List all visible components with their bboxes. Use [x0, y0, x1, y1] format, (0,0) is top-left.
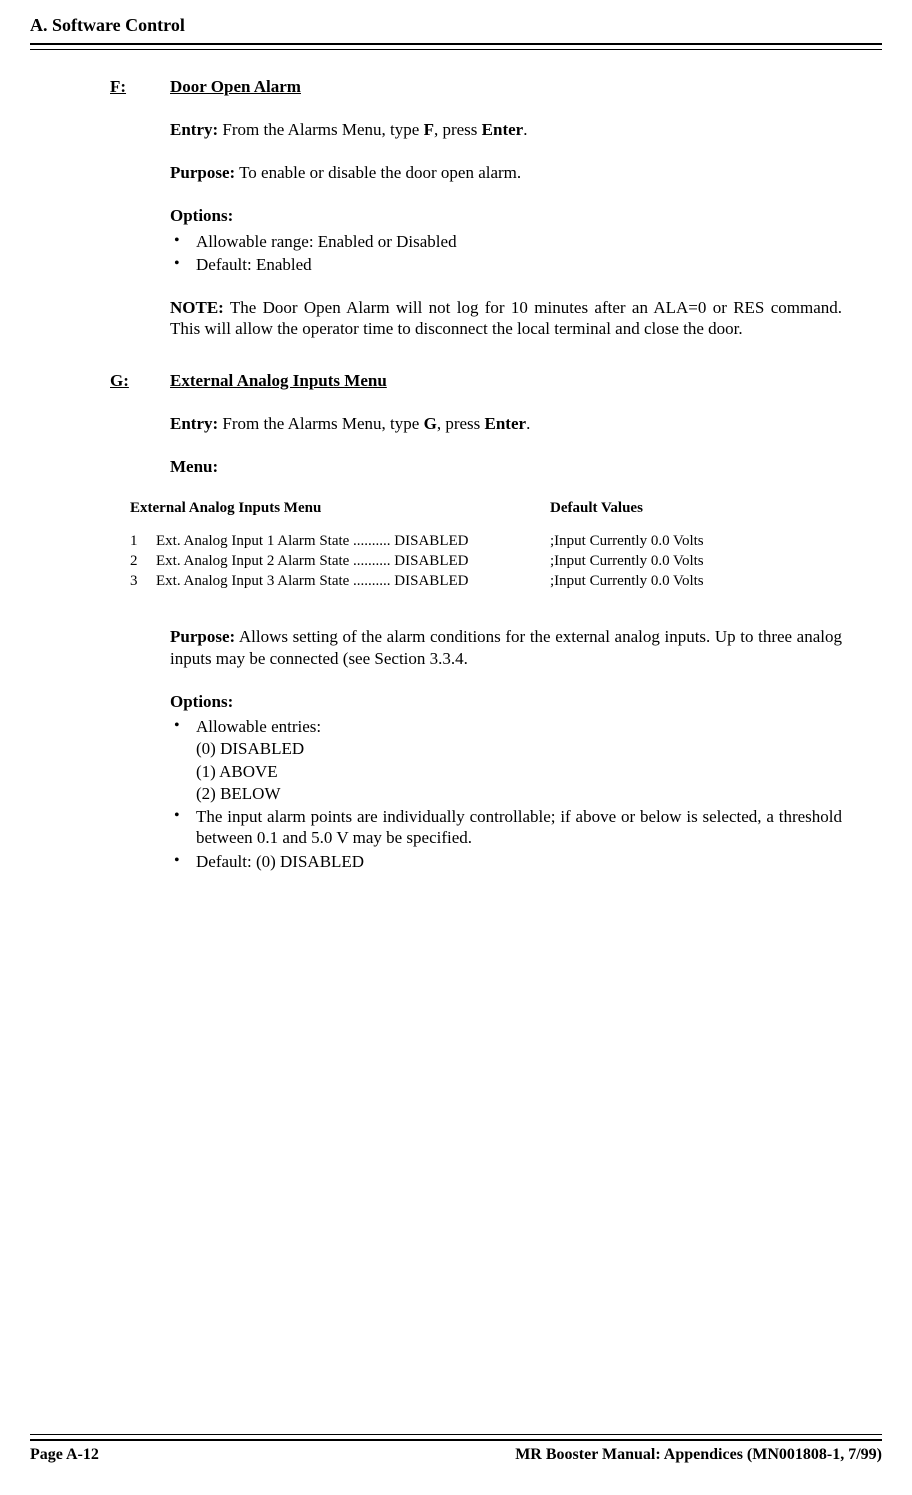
- purpose-text: To enable or disable the door open alarm…: [235, 163, 521, 182]
- list-item: Default: (0) DISABLED: [196, 851, 842, 872]
- menu-row-desc: Ext. Analog Input 2 Alarm State ........…: [156, 552, 550, 571]
- sub-option: (2) BELOW: [196, 783, 842, 804]
- manual-reference: MR Booster Manual: Appendices (MN001808-…: [515, 1445, 882, 1465]
- header-rule: [30, 43, 882, 50]
- menu-row-value: ;Input Currently 0.0 Volts: [550, 532, 704, 551]
- section-f-title: Door Open Alarm: [170, 76, 301, 97]
- note-label: NOTE:: [170, 298, 224, 317]
- section-g-heading: G: External Analog Inputs Menu: [110, 370, 842, 391]
- section-f-options-list: Allowable range: Enabled or Disabled Def…: [170, 231, 842, 276]
- purpose-label: Purpose:: [170, 163, 235, 182]
- section-g-menu-label: Menu:: [170, 456, 842, 477]
- menu-row-value: ;Input Currently 0.0 Volts: [550, 552, 704, 571]
- section-g-options-label: Options:: [170, 691, 842, 712]
- list-item: Allowable range: Enabled or Disabled: [196, 231, 842, 252]
- menu-row-num: 1: [130, 532, 156, 551]
- note-text: The Door Open Alarm will not log for 10 …: [170, 298, 842, 338]
- page-header: A. Software Control: [30, 14, 882, 37]
- sub-options: (0) DISABLED (1) ABOVE (2) BELOW: [196, 738, 842, 804]
- options-label: Options:: [170, 692, 233, 711]
- menu-row-desc: Ext. Analog Input 1 Alarm State ........…: [156, 532, 550, 551]
- content-area: F: Door Open Alarm Entry: From the Alarm…: [30, 76, 882, 872]
- entry-key: F: [424, 120, 434, 139]
- footer-rule: [30, 1434, 882, 1441]
- section-f-entry: Entry: From the Alarms Menu, type F, pre…: [170, 119, 842, 140]
- default-values-label: Default Values: [550, 499, 643, 518]
- section-f-purpose: Purpose: To enable or disable the door o…: [170, 162, 842, 183]
- list-item: Allowable entries: (0) DISABLED (1) ABOV…: [196, 716, 842, 804]
- menu-row: 2 Ext. Analog Input 2 Alarm State ......…: [130, 552, 842, 571]
- entry-label: Entry:: [170, 120, 218, 139]
- purpose-label: Purpose:: [170, 627, 235, 646]
- entry-label: Entry:: [170, 414, 218, 433]
- entry-enter: Enter: [485, 414, 527, 433]
- list-item: Default: Enabled: [196, 254, 842, 275]
- purpose-text: Allows setting of the alarm conditions f…: [170, 627, 842, 667]
- menu-row: 1 Ext. Analog Input 1 Alarm State ......…: [130, 532, 842, 551]
- menu-row: 3 Ext. Analog Input 3 Alarm State ......…: [130, 572, 842, 591]
- section-f-note: NOTE: The Door Open Alarm will not log f…: [170, 297, 842, 340]
- sub-option: (1) ABOVE: [196, 761, 842, 782]
- menu-label: Menu:: [170, 457, 218, 476]
- menu-header-row: External Analog Inputs Menu Default Valu…: [130, 499, 842, 518]
- menu-row-value: ;Input Currently 0.0 Volts: [550, 572, 704, 591]
- section-f-key: F:: [110, 76, 170, 97]
- footer-row: Page A-12 MR Booster Manual: Appendices …: [30, 1445, 882, 1465]
- list-item: The input alarm points are individually …: [196, 806, 842, 849]
- entry-key: G: [424, 414, 437, 433]
- section-f-options-label: Options:: [170, 205, 842, 226]
- menu-title: External Analog Inputs Menu: [130, 499, 550, 518]
- menu-row-num: 2: [130, 552, 156, 571]
- entry-text-1: From the Alarms Menu, type: [218, 120, 423, 139]
- section-g-options-list: Allowable entries: (0) DISABLED (1) ABOV…: [170, 716, 842, 872]
- section-g-entry: Entry: From the Alarms Menu, type G, pre…: [170, 413, 842, 434]
- entry-text-2: , press: [434, 120, 482, 139]
- section-g-key: G:: [110, 370, 170, 391]
- section-g-title: External Analog Inputs Menu: [170, 370, 387, 391]
- menu-row-desc: Ext. Analog Input 3 Alarm State ........…: [156, 572, 550, 591]
- section-g-purpose: Purpose: Allows setting of the alarm con…: [170, 626, 842, 669]
- sub-option: (0) DISABLED: [196, 738, 842, 759]
- entry-enter: Enter: [482, 120, 524, 139]
- page-number: Page A-12: [30, 1445, 99, 1465]
- page-footer: Page A-12 MR Booster Manual: Appendices …: [30, 1434, 882, 1465]
- entry-text-3: .: [526, 414, 530, 433]
- menu-row-num: 3: [130, 572, 156, 591]
- option-text: Allowable entries:: [196, 717, 321, 736]
- entry-text-3: .: [523, 120, 527, 139]
- entry-text-2: , press: [437, 414, 485, 433]
- entry-text-1: From the Alarms Menu, type: [218, 414, 423, 433]
- section-f-heading: F: Door Open Alarm: [110, 76, 842, 97]
- options-label: Options:: [170, 206, 233, 225]
- menu-block: External Analog Inputs Menu Default Valu…: [130, 499, 842, 590]
